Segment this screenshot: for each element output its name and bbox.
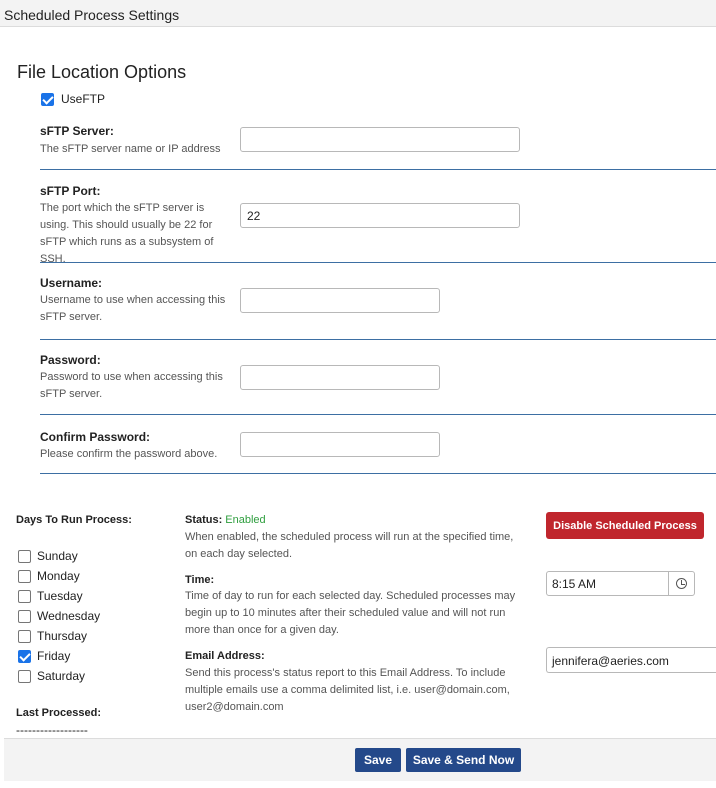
status-description: When enabled, the scheduled process will… [185, 531, 514, 560]
sftp-port-field: sFTP Port: The port which the sFTP serve… [40, 184, 716, 268]
sftp-port-description: The port which the sFTP server is using.… [40, 202, 214, 265]
confirm-password-input[interactable] [240, 432, 440, 457]
day-label: Tuesday [37, 589, 83, 603]
clock-icon [676, 578, 687, 589]
day-label: Wednesday [37, 609, 101, 623]
sftp-server-field: sFTP Server: The sFTP server name or IP … [40, 124, 716, 158]
email-label: Email Address: [185, 650, 265, 662]
time-picker-button[interactable] [668, 572, 694, 595]
divider [40, 473, 716, 474]
last-processed-title: Last Processed: [16, 707, 101, 719]
saturday-checkbox[interactable] [18, 669, 31, 683]
sftp-server-input[interactable] [240, 127, 520, 152]
username-input[interactable] [240, 288, 440, 313]
divider [40, 262, 716, 263]
divider [40, 339, 716, 340]
day-monday[interactable]: Monday [18, 569, 80, 583]
status-label: Status: Enabled [185, 514, 266, 526]
disable-scheduled-process-button[interactable]: Disable Scheduled Process [546, 512, 704, 539]
divider [40, 414, 716, 415]
day-label: Monday [37, 569, 80, 583]
divider [40, 169, 716, 170]
time-input[interactable]: 8:15 AM [546, 571, 695, 596]
day-wednesday[interactable]: Wednesday [18, 609, 100, 623]
password-input[interactable] [240, 365, 440, 390]
email-input[interactable]: jennifera@aeries.com [546, 647, 716, 673]
status-label-text: Status: [185, 514, 223, 526]
day-label: Friday [37, 649, 71, 663]
email-description: Send this process's status report to thi… [185, 667, 510, 713]
sftp-server-description: The sFTP server name or IP address [40, 143, 221, 155]
username-field: Username: Username to use when accessing… [40, 276, 716, 326]
sftp-port-label: sFTP Port: [40, 184, 101, 198]
time-description: Time of day to run for each selected day… [185, 590, 516, 636]
day-thursday[interactable]: Thursday [18, 629, 87, 643]
days-to-run-title: Days To Run Process: [16, 514, 132, 526]
username-description: Username to use when accessing this sFTP… [40, 294, 226, 323]
day-label: Saturday [37, 669, 86, 683]
time-label: Time: [185, 574, 215, 586]
last-processed-value: ------------------ [16, 723, 88, 737]
password-description: Password to use when accessing this sFTP… [40, 371, 223, 400]
window-title: Scheduled Process Settings [0, 0, 716, 27]
section-heading: File Location Options [17, 62, 187, 82]
sftp-port-input[interactable]: 22 [240, 203, 520, 228]
thursday-checkbox[interactable] [18, 629, 31, 643]
confirm-password-field: Confirm Password: Please confirm the pas… [40, 430, 716, 463]
day-label: Thursday [37, 629, 88, 643]
password-field: Password: Password to use when accessing… [40, 353, 716, 403]
day-label: Sunday [37, 549, 78, 563]
monday-checkbox[interactable] [18, 569, 31, 583]
day-friday[interactable]: Friday [18, 649, 70, 663]
day-sunday[interactable]: Sunday [18, 549, 78, 563]
day-tuesday[interactable]: Tuesday [18, 589, 83, 603]
sunday-checkbox[interactable] [18, 549, 31, 563]
wednesday-checkbox[interactable] [18, 609, 31, 623]
friday-checkbox[interactable] [18, 649, 31, 663]
day-saturday[interactable]: Saturday [18, 669, 85, 683]
footer-bar: Save Save & Send Now [4, 738, 716, 781]
use-ftp-label: UseFTP [61, 92, 106, 106]
save-button[interactable]: Save [355, 748, 401, 772]
save-send-now-button[interactable]: Save & Send Now [406, 748, 521, 772]
tuesday-checkbox[interactable] [18, 589, 31, 603]
status-value: Enabled [225, 514, 266, 526]
use-ftp-check-icon[interactable] [41, 92, 54, 106]
confirm-password-description: Please confirm the password above. [40, 448, 218, 460]
time-value: 8:15 AM [552, 577, 597, 591]
use-ftp-checkbox[interactable]: UseFTP [41, 92, 105, 106]
